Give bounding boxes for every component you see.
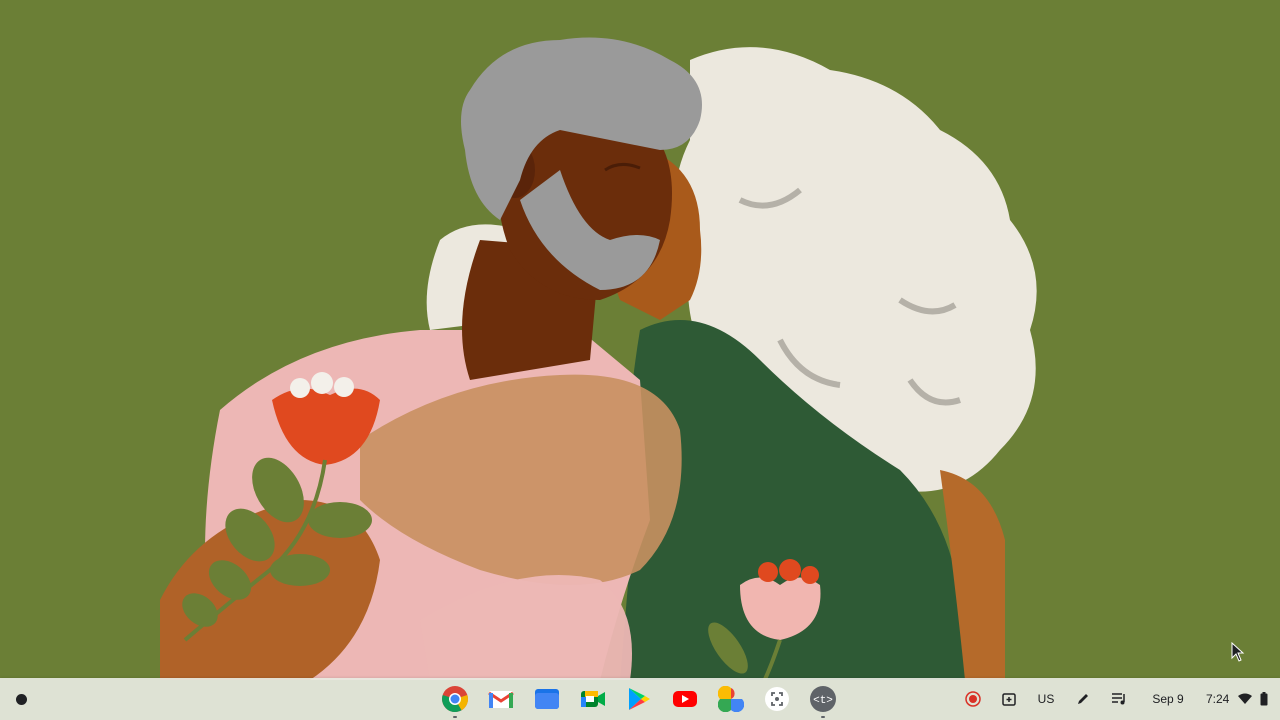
running-indicator bbox=[453, 716, 457, 718]
screen-record-button[interactable] bbox=[960, 685, 986, 713]
app-chrome[interactable] bbox=[438, 682, 472, 718]
youtube-icon bbox=[673, 691, 697, 707]
mouse-cursor-icon bbox=[1231, 642, 1245, 662]
date-label: Sep 9 bbox=[1152, 692, 1184, 706]
meet-icon bbox=[581, 691, 605, 707]
chrome-icon bbox=[442, 686, 468, 713]
holding-space-icon bbox=[1002, 693, 1016, 706]
shelf: <t> US Sep 9 7:24 bbox=[0, 678, 1280, 720]
launcher-icon bbox=[15, 693, 27, 705]
running-indicator bbox=[821, 716, 825, 718]
ime-menu-button[interactable]: US bbox=[1032, 685, 1060, 713]
unified-system-tray[interactable]: 7:24 bbox=[1202, 685, 1272, 713]
app-terminal[interactable]: <t> bbox=[806, 682, 840, 718]
play-store-icon bbox=[629, 688, 650, 710]
photos-icon bbox=[718, 686, 744, 712]
terminal-icon: <t> bbox=[810, 686, 836, 712]
date-tray[interactable]: Sep 9 bbox=[1142, 685, 1194, 713]
wifi-icon bbox=[1237, 693, 1252, 704]
app-screen-capture[interactable] bbox=[760, 682, 794, 716]
battery-icon bbox=[1260, 692, 1268, 706]
app-youtube[interactable] bbox=[668, 682, 702, 716]
launcher-button[interactable] bbox=[10, 688, 32, 710]
media-controls-icon bbox=[1112, 693, 1125, 705]
app-photos[interactable] bbox=[714, 682, 748, 716]
app-play-store[interactable] bbox=[622, 682, 656, 716]
record-icon bbox=[965, 691, 981, 707]
wallpaper bbox=[0, 0, 1280, 720]
stylus-icon bbox=[1078, 694, 1088, 704]
media-controls-button[interactable] bbox=[1106, 685, 1132, 713]
screen-capture-icon bbox=[765, 687, 789, 711]
app-files[interactable] bbox=[530, 682, 564, 716]
time-label: 7:24 bbox=[1206, 692, 1230, 706]
files-icon bbox=[535, 689, 559, 709]
pinned-apps: <t> bbox=[438, 682, 840, 718]
ime-label: US bbox=[1037, 692, 1055, 706]
gmail-icon bbox=[488, 691, 514, 708]
svg-text:<t>: <t> bbox=[813, 695, 833, 707]
app-meet[interactable] bbox=[576, 682, 610, 716]
stylus-button[interactable] bbox=[1070, 685, 1096, 713]
holding-space-button[interactable] bbox=[996, 685, 1022, 713]
app-gmail[interactable] bbox=[484, 682, 518, 716]
wallpaper-illustration bbox=[0, 0, 1280, 720]
